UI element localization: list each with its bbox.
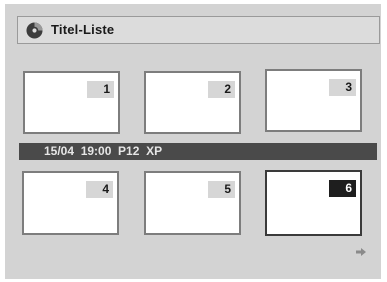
title-thumbnail-5[interactable]: 5 — [144, 171, 241, 235]
title-thumbnail-1[interactable]: 1 — [23, 71, 120, 134]
title-thumbnail-4[interactable]: 4 — [22, 171, 119, 235]
arrow-right-icon[interactable] — [356, 248, 366, 256]
title-number: 6 — [329, 180, 356, 197]
title-number: 1 — [87, 81, 114, 98]
title-number: 5 — [208, 181, 235, 198]
disc-icon — [26, 22, 43, 39]
title-thumbnail-3[interactable]: 3 — [265, 69, 362, 132]
page-title: Titel-Liste — [51, 22, 115, 37]
title-number: 2 — [208, 81, 235, 98]
title-number: 3 — [329, 79, 356, 96]
title-number: 4 — [86, 181, 113, 198]
title-thumbnail-2[interactable]: 2 — [144, 71, 241, 134]
title-list-screen: Titel-Liste 1 2 3 15/04 19:00 P12 XP 4 5… — [5, 4, 381, 279]
title-info-bar: 15/04 19:00 P12 XP — [19, 143, 377, 160]
title-bar: Titel-Liste — [17, 16, 380, 44]
title-thumbnail-6[interactable]: 6 — [265, 170, 362, 236]
